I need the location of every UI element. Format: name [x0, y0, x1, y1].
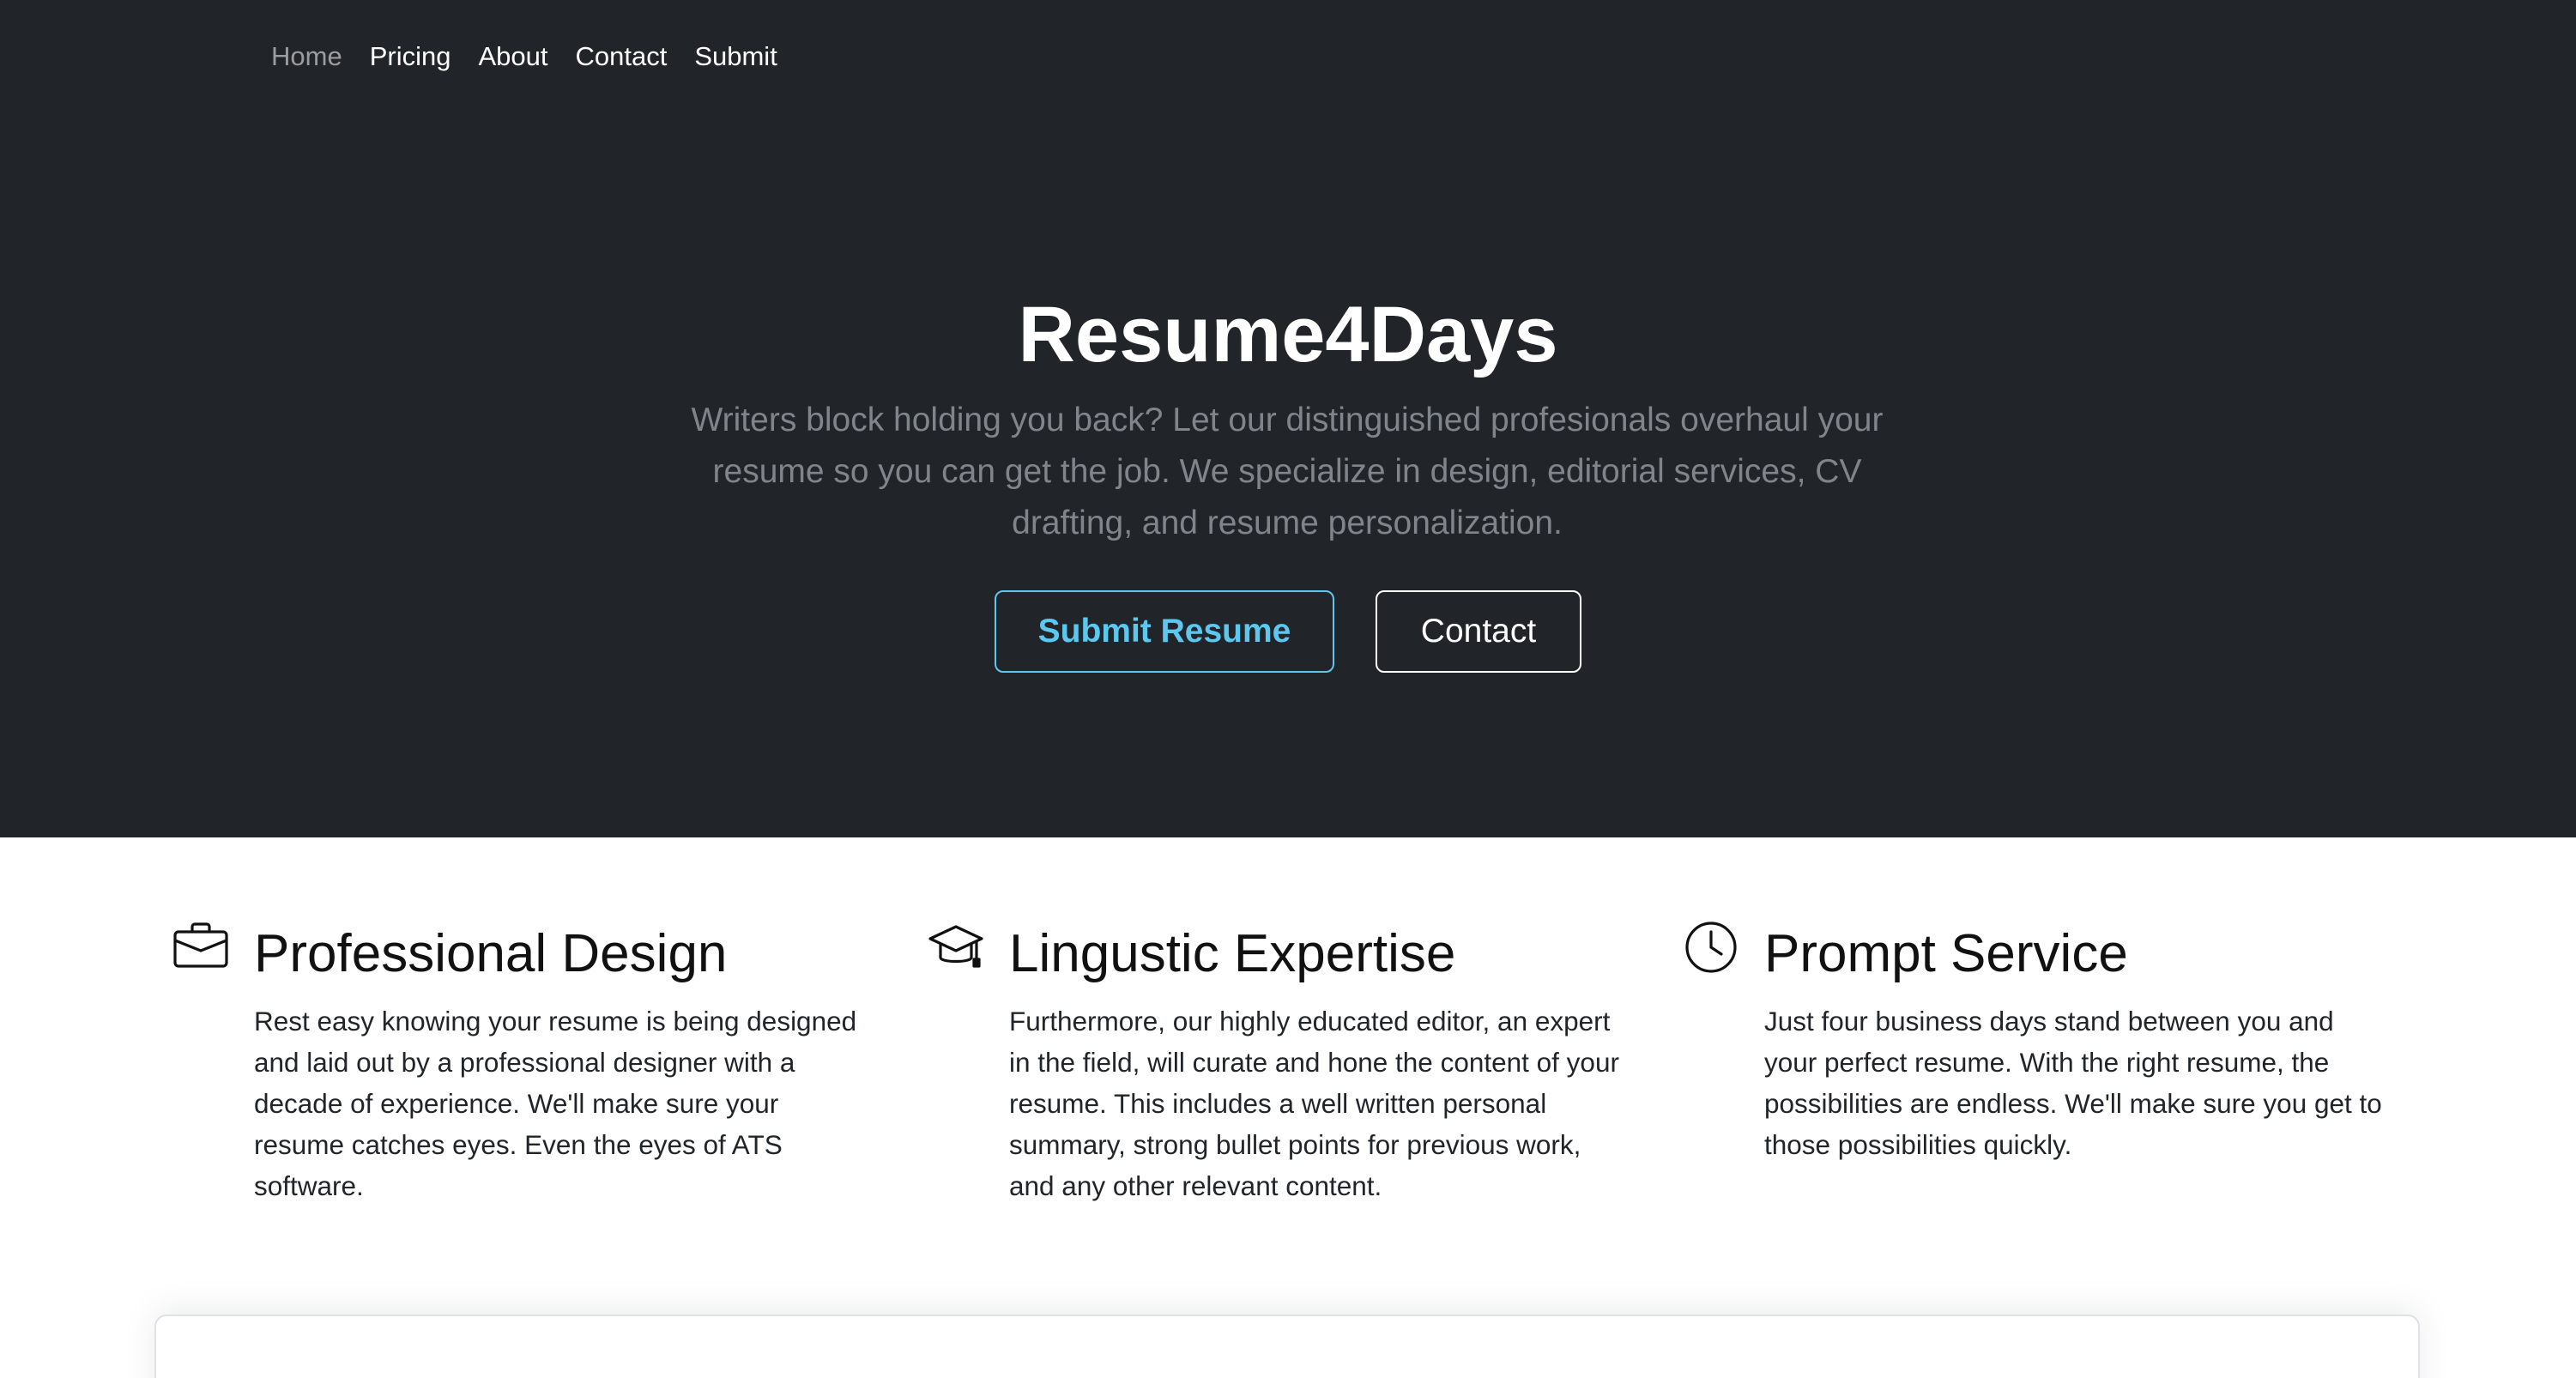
feature-text: Furthermore, our highly educated editor,…	[1009, 1006, 1619, 1201]
briefcase-icon	[173, 920, 228, 975]
features-section: Professional Design Rest easy knowing yo…	[172, 913, 2437, 1206]
pricing-card-partial	[154, 1315, 2420, 1378]
page: Home Pricing About Contact Submit Resume…	[0, 0, 2576, 1378]
feature-text: Just four business days stand between yo…	[1764, 1006, 2382, 1160]
nav-about-link[interactable]: About	[478, 38, 547, 76]
nav-pricing-link[interactable]: Pricing	[370, 38, 451, 76]
feature-title: Lingustic Expertise	[1009, 924, 1456, 983]
clock-icon	[1684, 920, 1738, 975]
feature-text: Rest easy knowing your resume is being d…	[254, 1006, 857, 1201]
feature-professional-design: Professional Design Rest easy knowing yo…	[172, 913, 927, 1206]
nav-home-link[interactable]: Home	[271, 38, 342, 76]
mortarboard-icon	[928, 920, 983, 975]
feature-title: Professional Design	[254, 924, 728, 983]
hero-section: Home Pricing About Contact Submit Resume…	[0, 0, 2576, 837]
contact-button[interactable]: Contact	[1376, 590, 1581, 673]
nav-contact-link[interactable]: Contact	[575, 38, 667, 76]
submit-resume-button[interactable]: Submit Resume	[995, 590, 1334, 673]
feature-prompt-service: Prompt Service Just four business days s…	[1682, 913, 2437, 1206]
top-nav: Home Pricing About Contact Submit	[271, 38, 777, 76]
nav-submit-link[interactable]: Submit	[694, 38, 777, 76]
feature-title: Prompt Service	[1764, 924, 2128, 983]
hero-title: Resume4Days	[1018, 291, 1558, 378]
hero-button-group: Submit Resume Contact	[0, 590, 2576, 673]
feature-linguistic-expertise: Lingustic Expertise Furthermore, our hig…	[927, 913, 1682, 1206]
hero-lead-text: Writers block holding you back? Let our …	[691, 402, 1884, 541]
